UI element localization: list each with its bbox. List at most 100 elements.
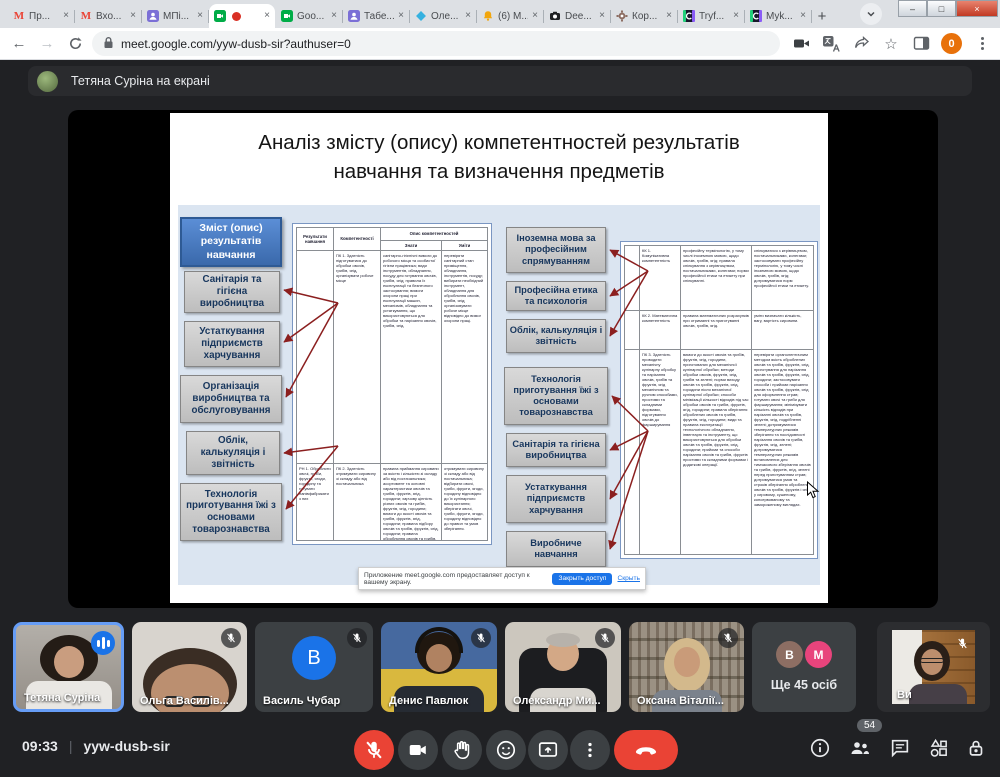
mic-off-icon <box>952 633 972 653</box>
table-header: Опис компетентностей <box>381 228 487 240</box>
leave-call-button[interactable] <box>614 730 678 770</box>
tab-close-icon[interactable]: × <box>599 11 605 21</box>
table-cell <box>625 246 639 310</box>
browser-tab[interactable]: M Пр... × <box>8 4 74 28</box>
subject-box-right: Іноземна мова за професійним спрямування… <box>506 227 606 273</box>
browser-tab[interactable]: Оле... × <box>410 4 476 28</box>
browser-tab[interactable]: Myk... × <box>745 4 811 28</box>
mic-toggle-button[interactable] <box>354 730 394 770</box>
tab-title: Dee... <box>565 11 592 22</box>
tab-title: Goo... <box>297 11 324 22</box>
tab-search-chevron-icon[interactable] <box>860 3 882 25</box>
present-screen-button[interactable] <box>528 730 568 770</box>
clever-icon <box>750 10 762 22</box>
browser-menu-icon[interactable] <box>972 34 992 54</box>
mic-off-icon <box>718 628 738 648</box>
tab-title: Вхо... <box>96 11 121 22</box>
browser-tab[interactable]: Dee... × <box>544 4 610 28</box>
bookmark-star-icon[interactable]: ☆ <box>881 34 901 54</box>
window-maximize-button[interactable]: □ <box>927 0 956 17</box>
audio-activity-icon <box>91 631 115 655</box>
tab-title: (6) М... <box>498 11 528 22</box>
participant-name: Ольга Василів... <box>140 695 229 707</box>
translate-icon[interactable] <box>821 34 841 54</box>
tab-title: Tryf... <box>699 11 724 22</box>
tab-close-icon[interactable]: × <box>733 11 739 21</box>
window-close-button[interactable]: × <box>956 0 998 17</box>
address-bar[interactable]: meet.google.com/yyw-dusb-sir?authuser=0 <box>92 31 780 56</box>
tab-camera-indicator-icon[interactable] <box>791 34 811 54</box>
more-participants-tile[interactable]: В M Ще 45 осіб <box>752 622 856 712</box>
participant-tile[interactable]: В Василь Чубар <box>255 622 373 712</box>
lock-icon <box>103 36 114 52</box>
tab-close-icon[interactable]: × <box>63 11 69 21</box>
people-icon <box>848 736 872 760</box>
activities-button[interactable] <box>926 736 950 760</box>
subject-box-left: Устаткування підприємств харчування <box>184 321 280 367</box>
participant-name: Тетяна Суріна <box>24 692 100 704</box>
browser-tab[interactable]: (6) М... × <box>477 4 543 28</box>
meeting-details-button[interactable] <box>808 736 832 760</box>
host-controls-button[interactable] <box>964 736 988 760</box>
show-participants-button[interactable] <box>848 736 872 760</box>
raise-hand-button[interactable] <box>442 730 482 770</box>
side-panel-icon[interactable] <box>911 34 931 54</box>
stop-sharing-button[interactable]: Закрыть доступ <box>552 573 612 585</box>
subject-box-right: Виробниче навчання <box>506 531 606 567</box>
tab-close-icon[interactable]: × <box>666 11 672 21</box>
presentation-slide: Аналіз змісту (опису) компетентностей ре… <box>170 113 828 603</box>
window-minimize-button[interactable]: – <box>898 0 927 17</box>
tab-close-icon[interactable]: × <box>130 11 136 21</box>
chat-button[interactable] <box>888 736 912 760</box>
browser-tab[interactable]: Goo... × <box>276 4 342 28</box>
browser-tab[interactable]: M Вхо... × <box>75 4 141 28</box>
share-icon[interactable] <box>851 34 871 54</box>
mouse-cursor <box>806 481 820 499</box>
tab-close-icon[interactable]: × <box>264 11 270 21</box>
participant-tile[interactable]: Ольга Василів... <box>132 622 247 712</box>
browser-tab[interactable]: Кор... × <box>611 4 677 28</box>
clock-time: 09:33 <box>22 738 58 754</box>
subject-box-right: Устаткування підприємств харчування <box>506 475 606 523</box>
hide-notice-link[interactable]: Скрыть <box>617 575 640 582</box>
tab-close-icon[interactable]: × <box>465 11 471 21</box>
browser-tab[interactable]: Tryf... × <box>678 4 744 28</box>
camera-toggle-button[interactable] <box>398 730 438 770</box>
self-view-tile[interactable]: Ви <box>877 622 990 712</box>
mic-off-icon <box>471 628 491 648</box>
tab-close-icon[interactable]: × <box>331 11 337 21</box>
browser-tab[interactable]: МПі... × <box>142 4 208 28</box>
profile-avatar[interactable]: 0 <box>941 33 962 54</box>
new-tab-button[interactable]: + <box>812 6 832 26</box>
presenter-avatar <box>37 71 58 92</box>
participant-tile[interactable]: Оксана Віталії... <box>629 622 744 712</box>
tab-title: Пр... <box>29 11 50 22</box>
info-icon <box>809 737 831 759</box>
tab-close-icon[interactable]: × <box>532 11 538 21</box>
forward-button[interactable]: → <box>36 33 58 55</box>
chat-icon <box>889 737 911 759</box>
gear-icon <box>616 10 628 22</box>
more-participants-label: Ще 45 осіб <box>752 678 856 692</box>
table-cell: КК 1. Комунікативна компетентність <box>640 246 680 310</box>
tab-close-icon[interactable]: × <box>398 11 404 21</box>
browser-tab[interactable]: Табе... × <box>343 4 409 28</box>
browser-tab-active-meet[interactable]: × <box>209 4 275 28</box>
back-button[interactable]: ← <box>8 33 30 55</box>
subject-box-left: Облік, калькуляція і звітність <box>186 431 280 475</box>
participant-tile[interactable]: Олександр Ми... <box>505 622 621 712</box>
refresh-button[interactable] <box>64 33 86 55</box>
participant-tile[interactable]: Денис Павлюк <box>381 622 497 712</box>
table-cell: спілкуватися з керівництвом, постачальни… <box>752 246 813 310</box>
table-cell: санітарно-гігієнічні вимоги до робочого … <box>381 251 441 463</box>
tab-close-icon[interactable]: × <box>197 11 203 21</box>
subject-box-left: Організація виробництва та обслуговуванн… <box>180 375 282 423</box>
participant-tile[interactable]: Тетяна Суріна <box>13 622 124 712</box>
tab-close-icon[interactable]: × <box>800 11 806 21</box>
table-cell: ПК 3. Здатність проводити механічну кулі… <box>640 350 680 554</box>
contacts-icon <box>348 10 360 22</box>
table-header: Знати <box>381 241 441 250</box>
gmail-icon: M <box>13 10 25 22</box>
reactions-button[interactable] <box>486 730 526 770</box>
more-options-button[interactable] <box>570 730 610 770</box>
